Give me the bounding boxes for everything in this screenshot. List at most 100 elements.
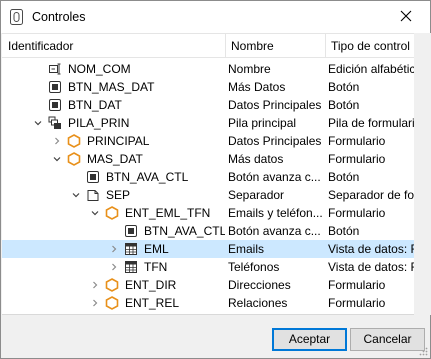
identifier-cell: ENT_REL bbox=[2, 294, 225, 312]
row-identifier: EML bbox=[144, 242, 169, 256]
table-row[interactable]: BTN_AVA_CTL Botón avanza c... Botón bbox=[2, 222, 426, 240]
table-row[interactable]: ENT_REL Relaciones Formulario bbox=[2, 294, 426, 312]
row-name: Datos Principales bbox=[228, 98, 322, 112]
identifier-cell: PILA_PRIN bbox=[2, 114, 225, 132]
row-control-type: Vista de datos: R bbox=[328, 242, 420, 256]
table-row[interactable]: PILA_PRIN Pila principal Pila de formulari… bbox=[2, 114, 426, 132]
table-row[interactable]: TFN Teléfonos Vista de datos: R bbox=[2, 258, 426, 276]
table-row[interactable]: MAS_DAT Más datos Formulario bbox=[2, 150, 426, 168]
row-identifier: BTN_MAS_DAT bbox=[68, 80, 155, 94]
title-bar: Controles bbox=[1, 1, 430, 33]
chevron-right-icon[interactable] bbox=[89, 294, 101, 312]
row-identifier: BTN_DAT bbox=[68, 98, 122, 112]
row-name: Nombre bbox=[228, 62, 271, 76]
controls-dialog: Controles Identificador Nombre Tipo de c… bbox=[0, 0, 431, 359]
row-identifier: MAS_DAT bbox=[87, 152, 143, 166]
chevron-down-icon[interactable] bbox=[70, 186, 82, 204]
scrollbar-track[interactable] bbox=[414, 33, 431, 315]
row-identifier: ENT_DIR bbox=[125, 278, 177, 292]
column-header: Identificador Nombre Tipo de control bbox=[2, 34, 426, 58]
identifier-cell: BTN_AVA_CTL bbox=[2, 222, 225, 240]
column-header-name[interactable]: Nombre bbox=[227, 34, 325, 58]
separator-icon bbox=[86, 188, 100, 202]
row-identifier: PILA_PRIN bbox=[68, 116, 130, 130]
identifier-cell: ENT_DIR bbox=[2, 276, 225, 294]
grid-icon bbox=[124, 260, 138, 274]
cancel-button[interactable]: Cancelar bbox=[350, 328, 425, 351]
row-control-type: Pila de formularios bbox=[328, 116, 426, 130]
table-row[interactable]: BTN_MAS_DAT Más Datos Botón bbox=[2, 78, 426, 96]
row-control-type: Separador de fo... bbox=[328, 188, 425, 202]
table-row[interactable]: ENT_EML_TFN Emails y teléfon... Formulario bbox=[2, 204, 426, 222]
row-identifier: SEP bbox=[106, 188, 131, 202]
button-icon bbox=[86, 170, 100, 184]
identifier-cell: EML bbox=[2, 240, 225, 258]
chevron-right-icon[interactable] bbox=[108, 258, 120, 276]
row-name: Emails y teléfon... bbox=[228, 206, 323, 220]
chevron-right-icon[interactable] bbox=[108, 240, 120, 258]
row-name: Pila principal bbox=[228, 116, 297, 130]
identifier-cell: MAS_DAT bbox=[2, 150, 225, 168]
row-control-type: Formulario bbox=[328, 152, 386, 166]
identifier-cell: BTN_AVA_CTL bbox=[2, 168, 225, 186]
row-identifier: BTN_AVA_CTL bbox=[106, 170, 189, 184]
row-control-type: Formulario bbox=[328, 134, 386, 148]
identifier-cell: SEP bbox=[2, 186, 225, 204]
identifier-cell: NOM_COM bbox=[2, 60, 225, 78]
identifier-cell: TFN bbox=[2, 258, 225, 276]
form-icon bbox=[105, 278, 119, 292]
vertical-scrollbar[interactable] bbox=[414, 33, 431, 315]
row-control-type: Botón bbox=[328, 98, 360, 112]
identifier-cell: PRINCIPAL bbox=[2, 132, 225, 150]
form-icon bbox=[67, 134, 81, 148]
row-identifier: BTN_AVA_CTL bbox=[144, 224, 225, 238]
row-name: Botón avanza c... bbox=[228, 170, 321, 184]
row-identifier: ENT_EML_TFN bbox=[125, 206, 211, 220]
chevron-down-icon[interactable] bbox=[32, 114, 44, 132]
column-header-identifier[interactable]: Identificador bbox=[4, 34, 226, 58]
controls-tree-table[interactable]: Identificador Nombre Tipo de control NOM… bbox=[2, 33, 426, 315]
table-row[interactable]: ENT_DIR Direcciones Formulario bbox=[2, 276, 426, 294]
chevron-down-icon[interactable] bbox=[89, 204, 101, 222]
row-identifier: TFN bbox=[144, 260, 168, 274]
row-name: Datos Principales bbox=[228, 134, 322, 148]
row-control-type: Botón bbox=[328, 80, 360, 94]
row-control-type: Formulario bbox=[328, 206, 386, 220]
chevron-down-icon[interactable] bbox=[51, 150, 63, 168]
row-identifier: PRINCIPAL bbox=[87, 134, 150, 148]
table-row[interactable]: SEP Separador Separador de fo... bbox=[2, 186, 426, 204]
row-name: Botón avanza c... bbox=[228, 224, 321, 238]
row-control-type: Formulario bbox=[328, 296, 386, 310]
button-icon bbox=[48, 98, 62, 112]
row-control-type: Edición alfabética bbox=[328, 62, 423, 76]
chevron-right-icon[interactable] bbox=[51, 132, 63, 150]
chevron-right-icon[interactable] bbox=[89, 276, 101, 294]
row-control-type: Botón bbox=[328, 170, 360, 184]
accept-button[interactable]: Aceptar bbox=[272, 328, 347, 351]
table-row[interactable]: BTN_AVA_CTL Botón avanza c... Botón bbox=[2, 168, 426, 186]
row-identifier: NOM_COM bbox=[68, 62, 131, 76]
close-button[interactable] bbox=[384, 1, 428, 31]
identifier-cell: BTN_MAS_DAT bbox=[2, 78, 225, 96]
row-name: Teléfonos bbox=[228, 260, 280, 274]
table-row[interactable]: PRINCIPAL Datos Principales Formulario bbox=[2, 132, 426, 150]
row-name: Más datos bbox=[228, 152, 284, 166]
column-header-control-type[interactable]: Tipo de control bbox=[327, 34, 426, 58]
row-identifier: ENT_REL bbox=[125, 296, 180, 310]
resize-grip-icon[interactable] bbox=[418, 346, 428, 356]
row-control-type: Vista de datos: R bbox=[328, 260, 420, 274]
stack-icon bbox=[48, 116, 62, 130]
identifier-cell: ENT_EML_TFN bbox=[2, 204, 225, 222]
window-title: Controles bbox=[32, 10, 86, 24]
row-control-type: Botón bbox=[328, 224, 360, 238]
table-row[interactable]: EML Emails Vista de datos: R bbox=[2, 240, 426, 258]
row-name: Separador bbox=[228, 188, 285, 202]
button-icon bbox=[124, 224, 138, 238]
table-row[interactable]: NOM_COM Nombre Edición alfabética bbox=[2, 60, 426, 78]
close-icon bbox=[400, 10, 412, 22]
form-icon bbox=[67, 152, 81, 166]
row-name: Direcciones bbox=[228, 278, 291, 292]
row-name: Más Datos bbox=[228, 80, 286, 94]
table-row[interactable]: BTN_DAT Datos Principales Botón bbox=[2, 96, 426, 114]
app-icon bbox=[9, 9, 24, 25]
